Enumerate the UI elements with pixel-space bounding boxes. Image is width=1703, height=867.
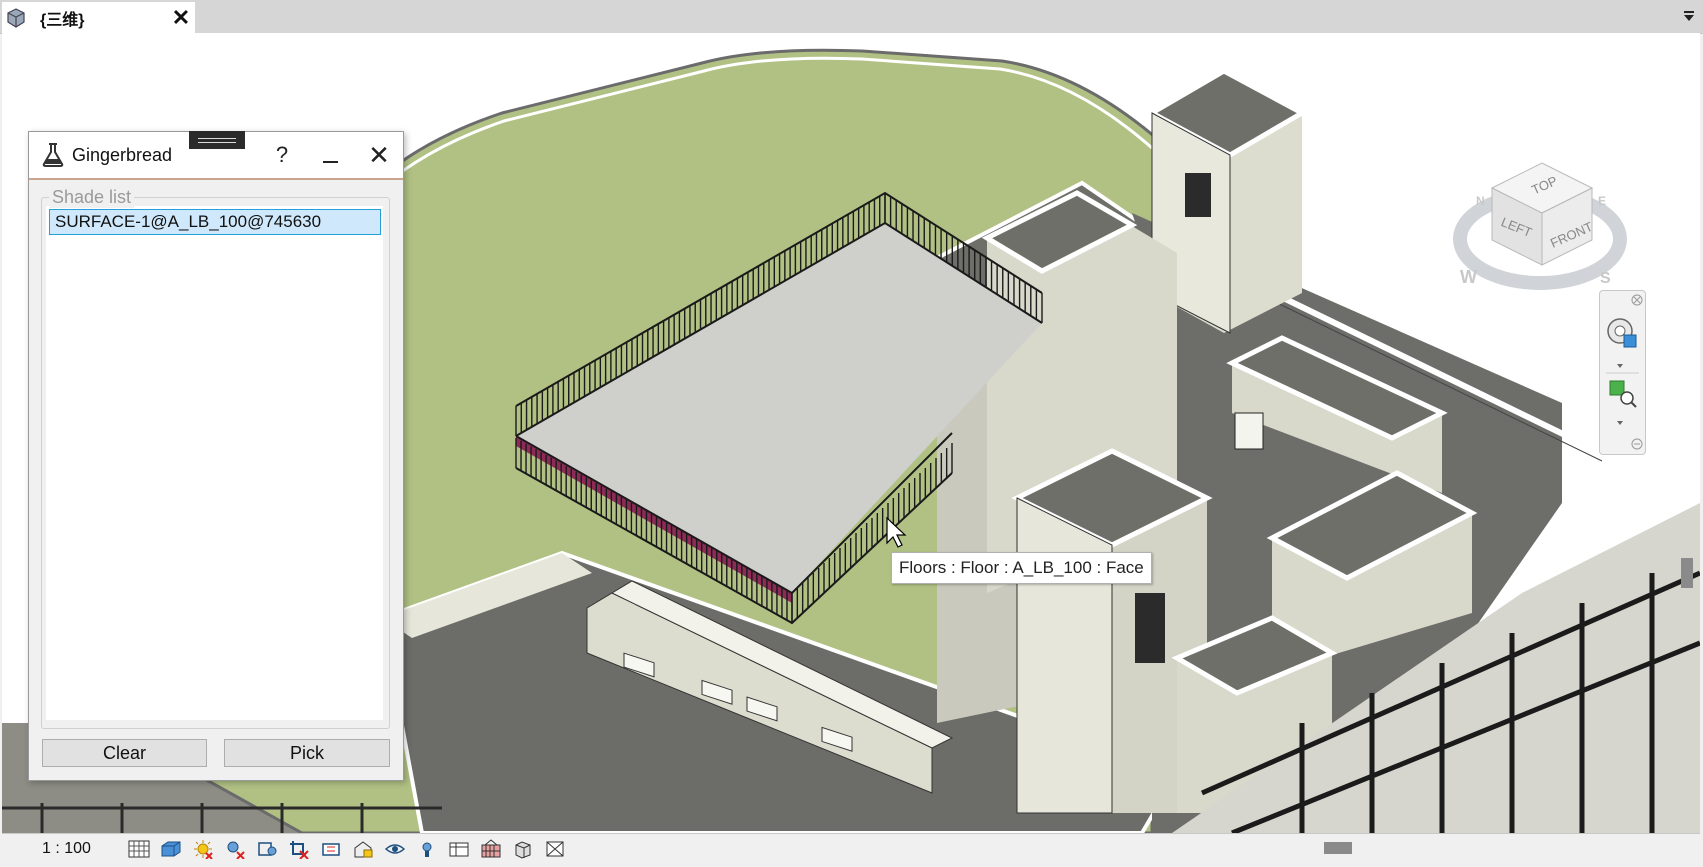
- view-tab-bar: {三维} ✕: [0, 0, 1703, 34]
- pick-button[interactable]: Pick: [224, 739, 390, 767]
- close-button[interactable]: ✕: [364, 140, 394, 170]
- unlock-3d-icon[interactable]: [350, 838, 376, 860]
- list-item[interactable]: SURFACE-1@A_LB_100@745630: [49, 209, 381, 235]
- close-navbar-icon[interactable]: [1631, 294, 1643, 306]
- dialog-title: Gingerbread: [72, 145, 173, 165]
- show-crop-icon[interactable]: [318, 838, 344, 860]
- crop-view-icon[interactable]: [286, 838, 312, 860]
- viewcube-north-label: N: [1476, 194, 1485, 208]
- view-tab-title: {三维}: [40, 11, 85, 29]
- design-options-icon[interactable]: [478, 838, 504, 860]
- flask-icon: [41, 142, 65, 168]
- viewcube-west-label: W: [1460, 267, 1477, 287]
- reveal-hidden-icon[interactable]: [414, 838, 440, 860]
- drag-handle-icon[interactable]: [189, 131, 245, 149]
- chevron-down-icon[interactable]: [1617, 421, 1623, 425]
- highlight-boundaries-icon[interactable]: [542, 838, 568, 860]
- dialog-titlebar[interactable]: Gingerbread ? ✕: [29, 131, 403, 180]
- temporary-hide-icon[interactable]: [382, 838, 408, 860]
- view-control-bar: 1 : 100: [2, 833, 1700, 864]
- shadows-icon[interactable]: [222, 838, 248, 860]
- help-button[interactable]: ?: [267, 140, 297, 170]
- viewcube-south-label: S: [1600, 270, 1611, 287]
- sun-path-icon[interactable]: [190, 838, 216, 860]
- render-icon[interactable]: [254, 838, 280, 860]
- visual-style-icon[interactable]: [158, 838, 184, 860]
- gingerbread-dialog: Gingerbread ? ✕ SURFACE-1@A_LB_100@74563…: [28, 131, 404, 781]
- minimize-button[interactable]: [315, 140, 345, 170]
- viewcube-east-label: E: [1598, 194, 1606, 208]
- vertical-scrollbar-thumb[interactable]: [1681, 558, 1693, 588]
- zoom-region-icon[interactable]: [1609, 380, 1637, 408]
- shade-listbox[interactable]: SURFACE-1@A_LB_100@745630: [46, 206, 383, 720]
- navigation-bar: [1599, 290, 1646, 455]
- clear-button[interactable]: Clear: [42, 739, 207, 767]
- tab-list-dropdown-icon[interactable]: [1679, 6, 1699, 26]
- close-icon[interactable]: ✕: [167, 2, 195, 33]
- element-tooltip: Floors : Floor : A_LB_100 : Face: [891, 552, 1152, 584]
- view-scale[interactable]: 1 : 100: [42, 840, 91, 858]
- analytical-model-icon[interactable]: [510, 838, 536, 860]
- horizontal-scrollbar-thumb[interactable]: [1324, 842, 1352, 854]
- minimize-icon: [323, 161, 338, 163]
- worksharing-icon[interactable]: [446, 838, 472, 860]
- shade-list-label: Shade list: [49, 187, 135, 208]
- view-tab-3d[interactable]: {三维} ✕: [2, 2, 195, 33]
- chevron-down-icon[interactable]: [1617, 364, 1623, 368]
- steering-wheel-icon[interactable]: [1607, 318, 1637, 348]
- navbar-options-icon[interactable]: [1631, 438, 1643, 450]
- 3d-view-icon: [2, 2, 30, 33]
- detail-level-icon[interactable]: [126, 838, 152, 860]
